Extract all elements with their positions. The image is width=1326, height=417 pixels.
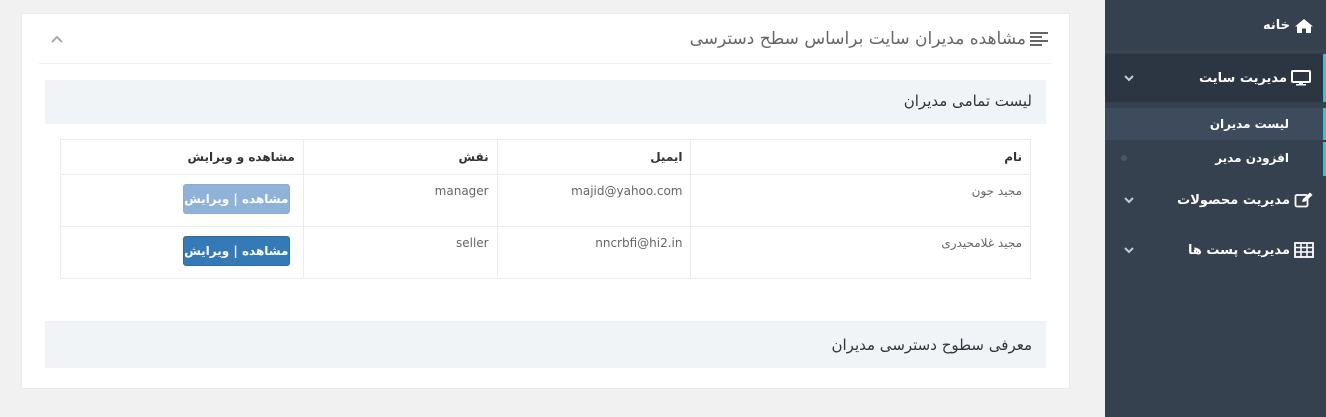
cell-name: مجید جون [690, 174, 1031, 227]
section-title: لیست تمامی مدیران [903, 92, 1032, 110]
managers-table: نام ایمیل نقش مشاهده و ویرایش مجید جون m… [60, 139, 1031, 279]
column-header-role: نقش [302, 139, 498, 175]
manager-list-header: لیست تمامی مدیران [45, 80, 1046, 124]
home-icon [1295, 18, 1313, 33]
column-header-name: نام [690, 139, 1031, 175]
section-title: معرفی سطوح دسترسی مدیران [831, 336, 1033, 354]
table-row: مجید غلامحیدری nncrbfi@hi2.in seller مشا… [60, 226, 1031, 279]
list-icon [1030, 32, 1048, 46]
sidebar-item-posts-management[interactable]: مدیریت پست ها [1105, 228, 1326, 272]
cell-role: seller [302, 226, 498, 279]
column-header-actions: مشاهده و ویرایش [60, 139, 304, 175]
cell-actions: مشاهده | ویرایش [60, 226, 304, 279]
table-icon [1294, 242, 1314, 258]
sidebar-item-label: مدیریت سایت [1198, 70, 1287, 86]
monitor-icon [1291, 70, 1311, 86]
cell-email: majid@yahoo.com [496, 174, 692, 227]
sidebar-item-home[interactable]: خانه [1105, 0, 1326, 52]
sidebar-item-label: مدیریت محصولات [1177, 192, 1290, 208]
sidebar-item-label: خانه [1262, 18, 1290, 33]
cell-actions: مشاهده | ویرایش [60, 174, 304, 227]
chevron-down-icon [1124, 197, 1134, 204]
cell-email: nncrbfi@hi2.in [496, 226, 692, 279]
column-header-email: ایمیل [496, 139, 692, 175]
sidebar-item-site-management[interactable]: مدیریت سایت [1105, 54, 1326, 102]
sidebar-subitem-add-manager[interactable]: افزودن مدیر [1105, 142, 1326, 176]
table-header-row: نام ایمیل نقش مشاهده و ویرایش [60, 139, 1031, 175]
sidebar-subitem-label: افزودن مدیر [1215, 151, 1289, 165]
sidebar-item-label: مدیریت پست ها [1188, 242, 1290, 258]
access-levels-header[interactable]: معرفی سطوح دسترسی مدیران [45, 321, 1046, 368]
view-edit-button[interactable]: مشاهده | ویرایش [182, 184, 290, 214]
sidebar-subitem-manager-list[interactable]: لیست مدیران [1105, 108, 1326, 140]
page-title: مشاهده مدیران سایت براساس سطح دسترسی [689, 29, 1026, 49]
bullet-icon [1121, 155, 1127, 161]
sidebar-item-product-management[interactable]: مدیریت محصولات [1105, 178, 1326, 222]
cell-role: manager [302, 174, 498, 227]
chevron-up-icon[interactable] [51, 34, 63, 44]
sidebar-subitem-label: لیست مدیران [1209, 117, 1289, 131]
chevron-down-icon [1124, 75, 1134, 82]
view-edit-button[interactable]: مشاهده | ویرایش [182, 236, 290, 266]
portlet-header: مشاهده مدیران سایت براساس سطح دسترسی [39, 14, 1052, 64]
table-row: مجید جون majid@yahoo.com manager مشاهده … [60, 174, 1031, 227]
portlet: مشاهده مدیران سایت براساس سطح دسترسی لیس… [21, 13, 1070, 389]
sidebar: خانه مدیریت سایت لیست مدیران افزودن مدیر… [1105, 0, 1326, 417]
cell-name: مجید غلامحیدری [690, 226, 1031, 279]
chevron-down-icon [1124, 247, 1134, 254]
edit-icon [1294, 192, 1313, 208]
